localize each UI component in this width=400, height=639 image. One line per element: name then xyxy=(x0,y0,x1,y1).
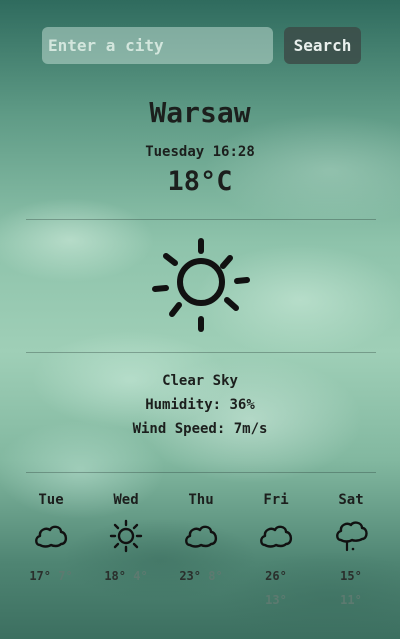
forecast-high: 18° xyxy=(104,569,126,583)
weather-details: Clear Sky Humidity: 36% Wind Speed: 7m/s xyxy=(0,371,400,443)
cloud-icon xyxy=(185,525,218,548)
forecast-high: 26° xyxy=(265,569,287,583)
forecast-low: 13° xyxy=(265,593,287,607)
divider xyxy=(26,352,376,353)
current-datetime: Tuesday 16:28 xyxy=(145,144,255,160)
forecast-day-name: Wed xyxy=(113,492,139,508)
forecast-day: Thu 23° 8° xyxy=(164,492,238,584)
forecast-high: 17° xyxy=(29,569,51,583)
sun-icon xyxy=(109,519,143,553)
wind-speed-text: Wind Speed: 7m/s xyxy=(132,421,268,437)
rain-cloud-icon xyxy=(336,521,368,552)
forecast-day-name: Fri xyxy=(263,492,289,508)
forecast-low: 4° xyxy=(133,569,148,583)
forecast-high: 23° xyxy=(179,569,201,583)
divider xyxy=(26,219,376,220)
forecast-low: 11° xyxy=(340,593,362,607)
city-search-input[interactable] xyxy=(42,27,273,64)
search-bar: Search xyxy=(42,27,362,64)
current-temperature: 18°C xyxy=(167,166,233,197)
forecast-day: Wed 18° 4° xyxy=(89,492,163,584)
forecast-high: 15° xyxy=(340,569,362,583)
divider xyxy=(26,472,376,473)
humidity-text: Humidity: 36% xyxy=(145,397,255,413)
cloud-icon xyxy=(35,525,68,548)
forecast-day-name: Sat xyxy=(338,492,364,508)
sun-icon xyxy=(152,238,250,332)
forecast-day: Fri 26° 13° xyxy=(239,492,313,616)
search-button[interactable]: Search xyxy=(284,27,361,64)
forecast-day: Tue 17° 7° xyxy=(14,492,88,584)
cloud-icon xyxy=(260,525,293,548)
weather-description: Clear Sky xyxy=(162,373,238,389)
city-name: Warsaw xyxy=(149,96,251,129)
forecast-low: 7° xyxy=(58,569,73,583)
forecast-day: Sat 15° 11° xyxy=(314,492,388,616)
forecast-row: Tue 17° 7° Wed 18° 4° Thu 23° 8° Fri 26°… xyxy=(14,492,386,612)
forecast-day-name: Tue xyxy=(38,492,64,508)
forecast-low: 8° xyxy=(208,569,223,583)
forecast-day-name: Thu xyxy=(188,492,214,508)
weather-app: Search Warsaw Tuesday 16:28 18°C Clear S… xyxy=(0,0,400,639)
